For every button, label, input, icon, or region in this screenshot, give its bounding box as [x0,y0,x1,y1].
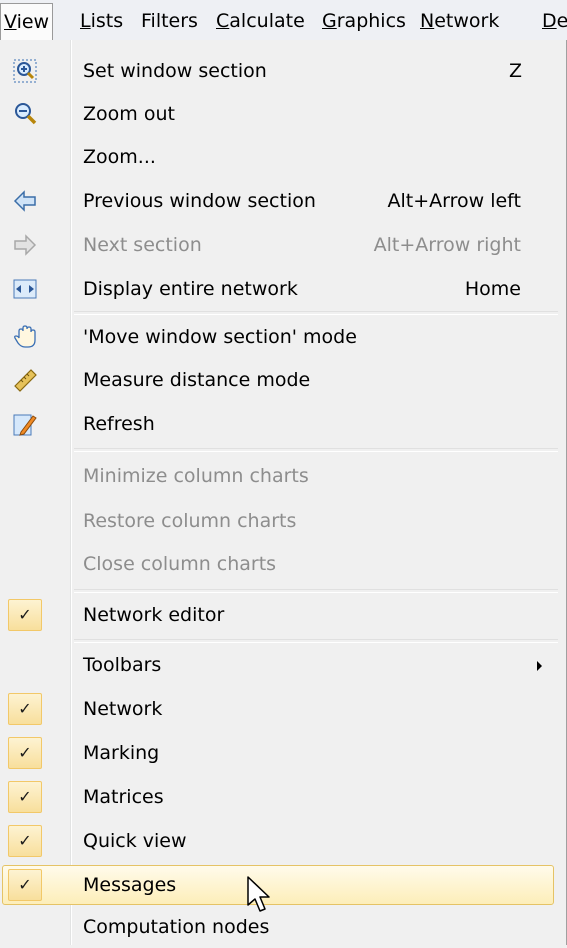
menu-item-label: Marking [83,742,160,764]
menu-item-label: Restore column charts [83,510,297,532]
menu-de[interactable]: De [542,6,567,36]
menu-separator [74,639,558,643]
menu-item-label: Network [83,698,163,720]
menu-item-next-section[interactable]: Next section Alt+Arrow right [0,224,566,266]
menu-item-toolbar-network[interactable]: ✓ Network [0,688,566,730]
menu-item-toolbar-messages[interactable]: ✓ Messages [0,864,566,906]
ruler-icon [13,368,37,392]
menu-item-label: Computation nodes [83,916,270,938]
menu-item-label: Matrices [83,786,164,808]
check-mark-icon: ✓ [8,737,42,769]
menu-item-toolbars[interactable]: Toolbars [0,644,566,686]
check-mark-icon: ✓ [8,781,42,813]
menu-separator [74,311,558,315]
menu-item-move-window-section-mode[interactable]: 'Move window section' mode [0,316,566,358]
menu-item-label: Refresh [83,413,155,435]
menu-item-label: Messages [83,874,177,896]
menu-item-label: Quick view [83,830,187,852]
menu-item-label: Zoom... [83,146,156,168]
menu-calculate[interactable]: Calculate [216,6,305,36]
menu-item-refresh[interactable]: Refresh [0,403,566,445]
menu-separator [74,589,558,593]
pencil-icon [13,412,37,436]
menu-network[interactable]: Network [420,6,499,36]
check-mark-icon: ✓ [8,825,42,857]
menu-item-close-column-charts[interactable]: Close column charts [0,543,566,585]
check-mark-icon: ✓ [8,599,42,631]
menu-item-minimize-column-charts[interactable]: Minimize column charts [0,455,566,497]
menu-item-label: Toolbars [83,654,162,676]
mouse-pointer-icon [246,875,272,915]
arrow-left-icon [13,189,37,213]
arrow-right-icon [13,233,37,257]
shortcut-label: Z [508,60,522,82]
view-dropdown-menu: Set window section Z Zoom out Zoom... Pr… [0,40,567,945]
menu-item-restore-column-charts[interactable]: Restore column charts [0,500,566,542]
check-mark-icon: ✓ [8,869,42,901]
menu-item-label: Next section [83,234,202,256]
submenu-arrow-icon [537,661,542,671]
menu-item-measure-distance-mode[interactable]: Measure distance mode [0,359,566,401]
menu-item-label: Minimize column charts [83,465,309,487]
menu-item-label: Close column charts [83,553,277,575]
menu-bar: View Lists Filters Calculate Graphics Ne… [0,0,567,40]
hand-icon [13,325,37,349]
menu-view[interactable]: View [0,3,54,40]
menu-item-toolbar-computation-nodes[interactable]: Computation nodes [0,906,566,948]
menu-graphics[interactable]: Graphics [322,6,406,36]
menu-item-toolbar-marking[interactable]: ✓ Marking [0,732,566,774]
menu-item-toolbar-quick-view[interactable]: ✓ Quick view [0,820,566,862]
menu-item-network-editor[interactable]: ✓ Network editor [0,594,566,636]
shortcut-label: Alt+Arrow right [373,234,521,256]
shortcut-label: Alt+Arrow left [387,190,522,212]
zoom-out-icon [13,102,37,126]
menu-item-zoom-out[interactable]: Zoom out [0,93,566,135]
menu-item-display-entire-network[interactable]: Display entire network Home [0,268,566,310]
fit-width-icon [13,277,37,301]
check-mark-icon: ✓ [8,693,42,725]
menu-item-zoom[interactable]: Zoom... [0,136,566,178]
menu-item-label: Set window section [83,60,267,82]
menu-separator [74,448,558,452]
zoom-in-icon [13,59,37,83]
menu-item-toolbar-matrices[interactable]: ✓ Matrices [0,776,566,818]
menu-item-label: Measure distance mode [83,369,311,391]
menu-item-set-window-section[interactable]: Set window section Z [0,50,566,92]
menu-item-label: 'Move window section' mode [83,326,357,348]
menu-item-previous-window-section[interactable]: Previous window section Alt+Arrow left [0,180,566,222]
menu-item-label: Display entire network [83,278,298,300]
menu-item-label: Zoom out [83,103,175,125]
menu-lists[interactable]: Lists [80,6,123,36]
menu-filters[interactable]: Filters [141,6,198,36]
shortcut-label: Home [464,278,521,300]
menu-item-label: Previous window section [83,190,316,212]
menu-item-label: Network editor [83,604,225,626]
